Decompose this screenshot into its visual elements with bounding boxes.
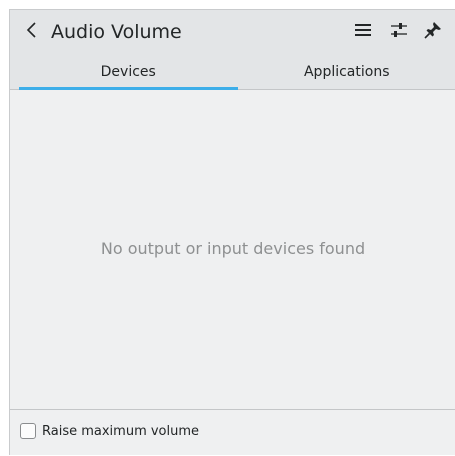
empty-state-message: No output or input devices found xyxy=(10,239,455,258)
pin-icon xyxy=(424,21,442,43)
popup-header: Audio Volume xyxy=(10,10,455,90)
configure-button[interactable] xyxy=(386,19,412,45)
chevron-left-icon xyxy=(24,21,40,43)
raise-max-volume-label: Raise maximum volume xyxy=(42,424,199,439)
page-title: Audio Volume xyxy=(51,19,182,45)
back-button[interactable] xyxy=(20,20,44,44)
sliders-icon xyxy=(389,20,409,44)
raise-max-volume-checkbox[interactable] xyxy=(20,423,36,439)
tab-bar: Devices Applications xyxy=(19,56,455,90)
tab-applications[interactable]: Applications xyxy=(238,56,455,88)
menu-button[interactable] xyxy=(350,19,376,45)
tab-devices[interactable]: Devices xyxy=(19,56,238,88)
popup-footer: Raise maximum volume xyxy=(10,409,455,456)
raise-max-volume-option[interactable]: Raise maximum volume xyxy=(20,423,199,439)
hamburger-menu-icon xyxy=(354,22,372,42)
audio-volume-popup: Audio Volume xyxy=(9,9,455,455)
pin-button[interactable] xyxy=(420,19,446,45)
